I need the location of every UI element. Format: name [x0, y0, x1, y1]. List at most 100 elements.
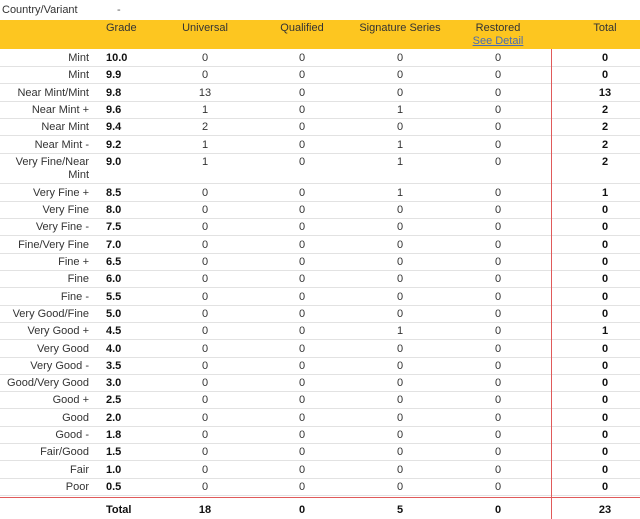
restored-count: 0	[494, 69, 502, 82]
universal-count: 0	[201, 69, 209, 82]
universal-count: 2	[201, 121, 209, 134]
signature-count: 0	[396, 411, 404, 424]
grade-label: Good +	[52, 394, 89, 407]
universal-count: 0	[201, 480, 209, 493]
universal-count: 0	[201, 359, 209, 372]
universal-count: 0	[201, 446, 209, 459]
table-row: Near Mint + 9.6 1 0 1 0 2	[0, 101, 640, 119]
restored-count: 0	[494, 307, 502, 320]
total-count: 2	[601, 121, 609, 134]
census-table-header: Grade Universal Qualified Signature Seri…	[0, 20, 640, 49]
qualified-count: 0	[298, 394, 306, 407]
grade-value: 9.2	[106, 138, 122, 151]
signature-count: 1	[396, 155, 404, 168]
total-count: 0	[601, 411, 609, 424]
restored-count: 0	[494, 86, 502, 99]
qualified-count: 0	[298, 52, 306, 64]
table-row: Near Mint/Mint 9.8 13 0 0 0 13	[0, 84, 640, 102]
table-row: Good - 1.8 0 0 0 0 0	[0, 426, 640, 444]
signature-count: 0	[396, 342, 404, 355]
grade-label: Near Mint/Mint	[17, 86, 89, 99]
qualified-count: 0	[298, 204, 306, 217]
total-count: 0	[601, 52, 609, 64]
grade-label: Poor	[65, 480, 89, 493]
table-row: Very Good 4.0 0 0 0 0 0	[0, 340, 640, 358]
totals-row: Total 18 0 5 0 23	[0, 500, 640, 517]
total-count: 0	[601, 377, 609, 390]
totals-signature: 5	[396, 504, 404, 516]
qualified-count: 0	[298, 463, 306, 476]
restored-count: 0	[494, 204, 502, 217]
table-row: Very Fine 8.0 0 0 0 0 0	[0, 201, 640, 220]
total-count: 0	[601, 480, 609, 493]
table-row: Very Good + 4.5 0 0 1 0 1	[0, 322, 640, 341]
grade-value: 1.5	[106, 446, 122, 459]
table-row: Fair 1.0 0 0 0 0 0	[0, 461, 640, 479]
restored-count: 0	[494, 359, 502, 372]
header-qualified: Qualified	[280, 22, 324, 34]
signature-count: 0	[396, 256, 404, 268]
grade-label: Very Fine	[42, 204, 89, 217]
see-detail-link[interactable]: See Detail	[448, 35, 548, 47]
signature-count: 1	[396, 325, 404, 338]
grade-value: 3.0	[106, 377, 122, 390]
table-row: Near Mint 9.4 2 0 0 0 2	[0, 118, 640, 137]
signature-count: 0	[396, 221, 404, 234]
signature-count: 1	[396, 138, 404, 151]
restored-count: 0	[494, 256, 502, 268]
header-restored: Restored See Detail	[448, 22, 548, 47]
grade-label: Near Mint -	[34, 138, 89, 151]
table-row: Fine + 6.5 0 0 0 0 0	[0, 253, 640, 271]
grade-label: Good/Very Good	[7, 377, 89, 390]
grade-value: 5.5	[106, 290, 122, 303]
totals-label: Total	[106, 504, 132, 516]
header-total: Total	[593, 22, 617, 34]
restored-count: 0	[494, 325, 502, 338]
qualified-count: 0	[298, 307, 306, 320]
grade-label: Good -	[55, 429, 89, 441]
grade-value: 0.5	[106, 480, 122, 493]
grade-label: Fine +	[58, 256, 89, 268]
qualified-count: 0	[298, 359, 306, 372]
grade-label: Very Fine/Near Mint	[15, 155, 89, 181]
qualified-count: 0	[298, 342, 306, 355]
restored-count: 0	[494, 377, 502, 390]
table-row: Poor 0.5 0 0 0 0 0	[0, 478, 640, 496]
qualified-count: 0	[298, 256, 306, 268]
header-grade: Grade	[106, 22, 137, 34]
grade-label: Very Good -	[30, 359, 89, 372]
universal-count: 1	[201, 103, 209, 116]
restored-count: 0	[494, 411, 502, 424]
grade-label: Very Good	[37, 342, 89, 355]
qualified-count: 0	[298, 138, 306, 151]
restored-count: 0	[494, 342, 502, 355]
total-count: 2	[601, 155, 609, 168]
totals-total: 23	[598, 504, 612, 516]
total-count: 0	[601, 256, 609, 268]
signature-count: 0	[396, 238, 404, 251]
header-restored-label: Restored	[475, 22, 521, 34]
universal-count: 0	[201, 377, 209, 390]
grade-value: 2.0	[106, 411, 122, 424]
restored-count: 0	[494, 446, 502, 459]
grade-label: Very Good/Fine	[12, 307, 89, 320]
signature-count: 0	[396, 463, 404, 476]
table-row: Fine/Very Fine 7.0 0 0 0 0 0	[0, 236, 640, 254]
restored-count: 0	[494, 138, 502, 151]
table-row: Good/Very Good 3.0 0 0 0 0 0	[0, 374, 640, 393]
table-row: Fine - 5.5 0 0 0 0 0	[0, 288, 640, 306]
qualified-count: 0	[298, 238, 306, 251]
table-row: Mint 10.0 0 0 0 0 0	[0, 49, 640, 67]
table-row: Near Mint - 9.2 1 0 1 0 2	[0, 136, 640, 154]
total-count: 0	[601, 342, 609, 355]
grade-value: 7.5	[106, 221, 122, 234]
grade-label: Fair	[70, 463, 89, 476]
total-count: 2	[601, 103, 609, 116]
restored-divider-line	[551, 49, 552, 519]
restored-count: 0	[494, 480, 502, 493]
qualified-count: 0	[298, 86, 306, 99]
total-count: 0	[601, 463, 609, 476]
signature-count: 0	[396, 121, 404, 134]
country-variant-row: Country/Variant -	[0, 0, 640, 20]
header-universal: Universal	[182, 22, 228, 34]
